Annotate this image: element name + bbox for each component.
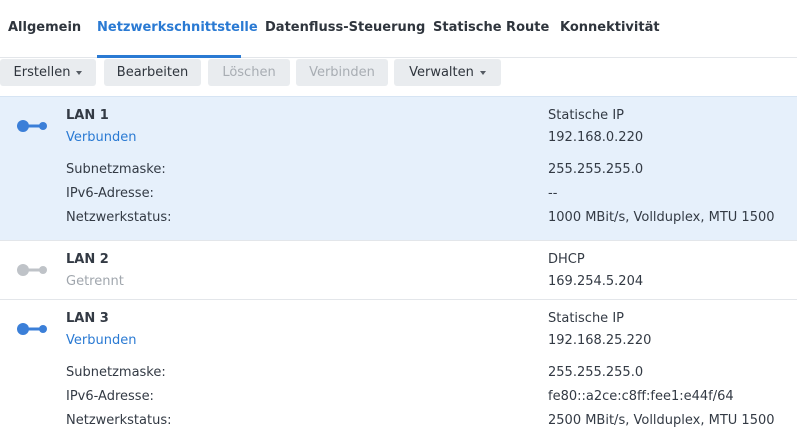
manage-button-label: Verwalten <box>409 65 474 80</box>
network-connected-icon <box>17 120 47 132</box>
ip-mode: Statische IP <box>548 108 624 123</box>
interface-name: LAN 3 <box>66 311 109 326</box>
ipv6-value: -- <box>548 186 558 201</box>
ip-address: 192.168.25.220 <box>548 333 652 348</box>
network-disconnected-icon <box>17 264 47 276</box>
delete-button-label: Löschen <box>222 65 276 80</box>
ipv6-value: fe80::a2ce:c8ff:fee1:e44f/64 <box>548 389 734 404</box>
interface-row-lan3[interactable]: LAN 3 Verbunden Subnetzmaske: IPv6-Adres… <box>0 300 797 437</box>
interface-state: Verbunden <box>66 130 137 145</box>
tab-traffic-control[interactable]: Datenfluss-Steuerung <box>265 20 425 35</box>
create-button[interactable]: Erstellen <box>0 59 96 86</box>
edit-button[interactable]: Bearbeiten <box>104 59 201 86</box>
ip-mode: Statische IP <box>548 311 624 326</box>
tab-bar: Allgemein Netzwerkschnittstelle Datenflu… <box>0 0 797 58</box>
connect-button-label: Verbinden <box>309 65 375 80</box>
connect-button[interactable]: Verbinden <box>296 59 388 86</box>
caret-down-icon <box>479 70 486 75</box>
interface-state: Getrennt <box>66 274 124 289</box>
interface-state: Verbunden <box>66 333 137 348</box>
delete-button[interactable]: Löschen <box>208 59 290 86</box>
network-status-value: 1000 MBit/s, Vollduplex, MTU 1500 <box>548 210 775 225</box>
toolbar: Erstellen Bearbeiten Löschen Verbinden V… <box>0 58 797 96</box>
ip-mode: DHCP <box>548 252 585 267</box>
tab-connectivity[interactable]: Konnektivität <box>560 20 660 35</box>
edit-button-label: Bearbeiten <box>116 65 189 80</box>
interface-row-lan1[interactable]: LAN 1 Verbunden Subnetzmaske: IPv6-Adres… <box>0 96 797 241</box>
ipv6-label: IPv6-Adresse: <box>66 186 154 201</box>
tab-general[interactable]: Allgemein <box>8 20 81 35</box>
tab-static-route[interactable]: Statische Route <box>433 20 549 35</box>
subnet-label: Subnetzmaske: <box>66 162 166 177</box>
network-status-label: Netzwerkstatus: <box>66 210 172 225</box>
network-connected-icon <box>17 323 47 335</box>
ipv6-label: IPv6-Adresse: <box>66 389 154 404</box>
tab-network-interface[interactable]: Netzwerkschnittstelle <box>97 20 258 35</box>
create-button-label: Erstellen <box>13 65 71 80</box>
interface-name: LAN 2 <box>66 252 109 267</box>
manage-button[interactable]: Verwalten <box>394 59 501 86</box>
subnet-value: 255.255.255.0 <box>548 162 644 177</box>
interface-name: LAN 1 <box>66 108 109 123</box>
subnet-value: 255.255.255.0 <box>548 365 644 380</box>
subnet-label: Subnetzmaske: <box>66 365 166 380</box>
ip-address: 169.254.5.204 <box>548 274 644 289</box>
network-status-label: Netzwerkstatus: <box>66 413 172 428</box>
ip-address: 192.168.0.220 <box>548 130 644 145</box>
network-status-value: 2500 MBit/s, Vollduplex, MTU 1500 <box>548 413 775 428</box>
interface-row-lan2[interactable]: LAN 2 Getrennt DHCP 169.254.5.204 <box>0 241 797 300</box>
caret-down-icon <box>76 70 83 75</box>
